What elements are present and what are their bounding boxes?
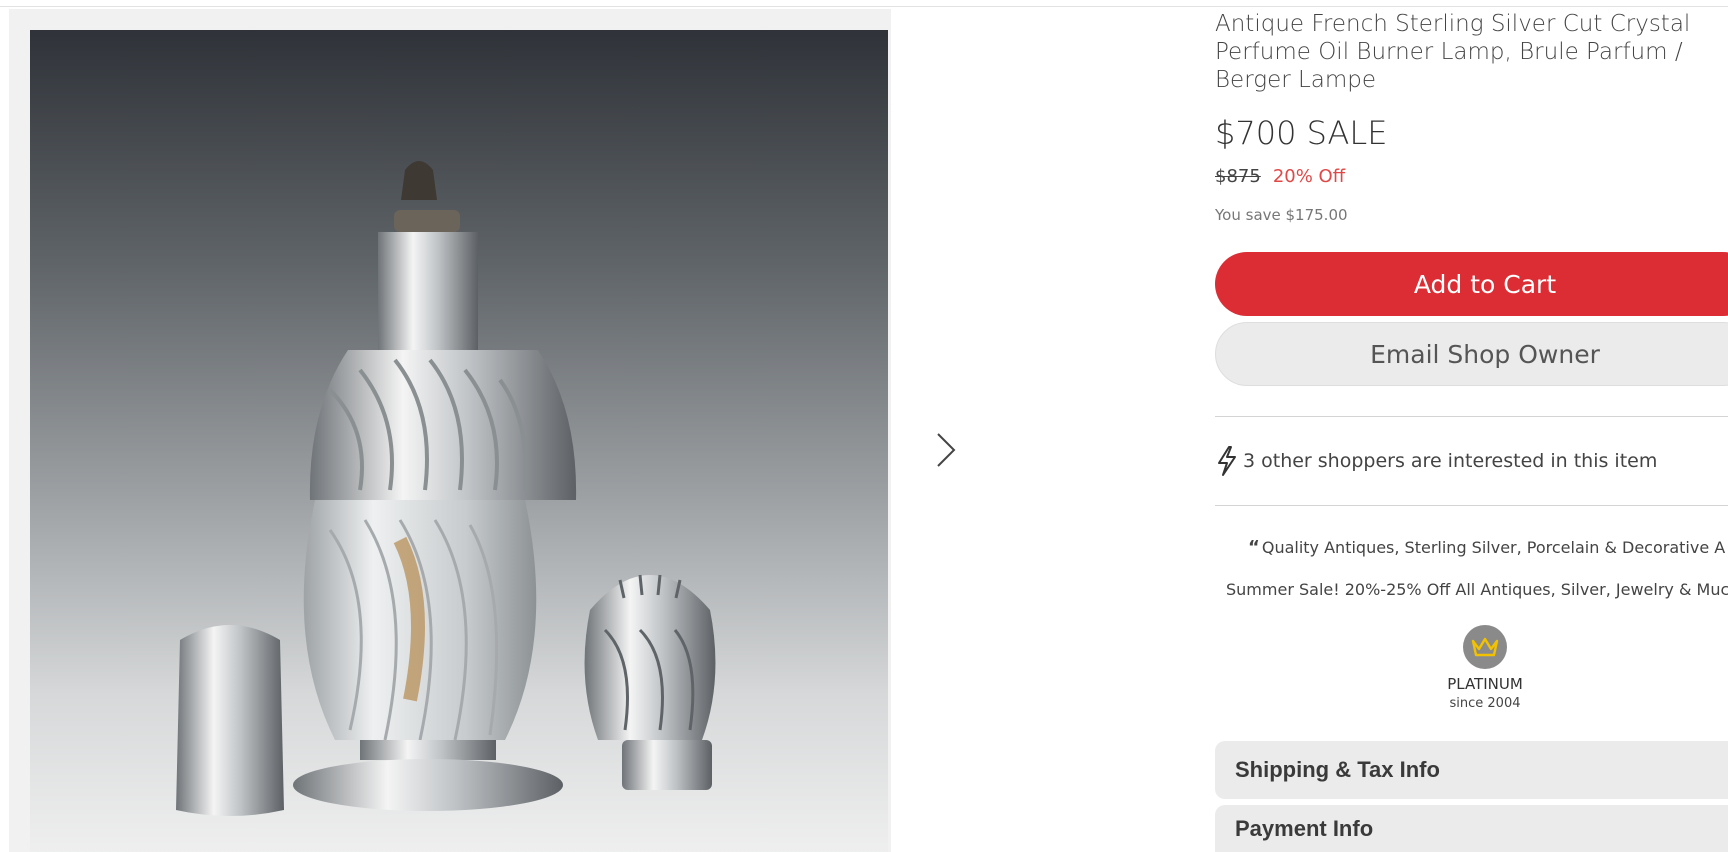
add-to-cart-button[interactable]: Add to Cart — [1215, 252, 1728, 316]
product-gallery — [9, 9, 891, 852]
interest-notice: 3 other shoppers are interested in this … — [1215, 417, 1728, 505]
badge-since: since 2004 — [1449, 696, 1521, 711]
chevron-right-icon — [937, 433, 956, 467]
shipping-tax-accordion[interactable]: Shipping & Tax Info — [1215, 741, 1728, 799]
top-divider — [0, 6, 1728, 7]
shop-tagline-text: Quality Antiques, Sterling Silver, Porce… — [1261, 538, 1726, 557]
gallery-next-button[interactable] — [930, 430, 960, 470]
quote-icon: “ — [1248, 537, 1260, 558]
product-title: Antique French Sterling Silver Cut Cryst… — [1215, 11, 1691, 93]
lightning-icon — [1218, 446, 1236, 476]
badge-level: PLATINUM — [1447, 675, 1523, 693]
savings-text: You save $175.00 — [1215, 206, 1348, 224]
original-price: $875 — [1215, 166, 1261, 187]
payment-info-accordion[interactable]: Payment Info — [1215, 805, 1728, 852]
product-page: Antique French Sterling Silver Cut Cryst… — [0, 0, 1728, 852]
email-shop-owner-button[interactable]: Email Shop Owner — [1215, 322, 1728, 386]
discount-badge: 20% Off — [1272, 166, 1346, 187]
shop-promo: Summer Sale! 20%-25% Off All Antiques, S… — [1226, 580, 1728, 599]
price-comparison: $875 20% Off — [1215, 166, 1728, 187]
sale-price: $700 SALE — [1215, 114, 1388, 152]
interest-text: 3 other shoppers are interested in this … — [1243, 450, 1658, 472]
product-photo[interactable] — [30, 30, 888, 852]
crown-icon — [1463, 625, 1507, 669]
platinum-badge: PLATINUM since 2004 — [1215, 625, 1728, 711]
product-info: Antique French Sterling Silver Cut Cryst… — [1215, 10, 1728, 852]
divider — [1215, 505, 1728, 506]
shop-tagline: “Quality Antiques, Sterling Silver, Porc… — [1248, 537, 1728, 558]
